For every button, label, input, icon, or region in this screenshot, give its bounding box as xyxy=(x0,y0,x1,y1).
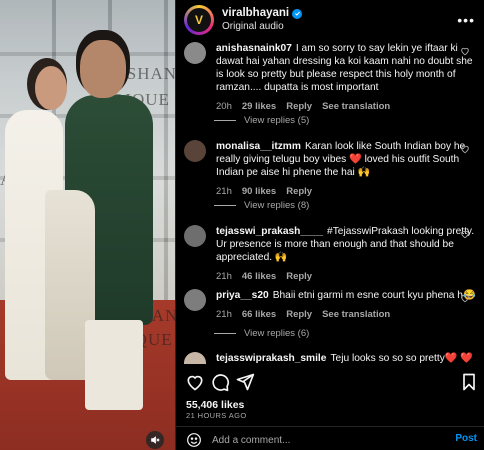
post-photo[interactable]: EESHAN DIQUE SHAN IQUE AB xyxy=(0,0,175,450)
commenter-avatar[interactable] xyxy=(184,42,206,64)
reply-button[interactable]: Reply xyxy=(286,185,312,198)
commenter-username[interactable]: anishasnaink07 xyxy=(216,43,292,54)
replies-line xyxy=(214,120,236,121)
man-head xyxy=(80,40,126,98)
commenter-avatar[interactable] xyxy=(184,352,206,364)
woman-head xyxy=(35,66,67,110)
comment-time: 21h xyxy=(216,271,232,282)
view-replies-label: View replies (5) xyxy=(244,115,310,126)
emoji-icon[interactable] xyxy=(186,432,202,448)
reply-button[interactable]: Reply xyxy=(286,100,312,113)
share-send-icon[interactable] xyxy=(235,372,255,392)
comment-time: 21h xyxy=(216,186,232,197)
reply-button[interactable]: Reply xyxy=(286,308,312,321)
comment-bubble-icon[interactable] xyxy=(210,372,230,392)
view-replies-label: View replies (6) xyxy=(244,328,310,339)
see-translation-button[interactable]: See translation xyxy=(322,308,390,321)
post-comment-button[interactable]: Post xyxy=(455,433,477,444)
add-comment-bar: Post xyxy=(176,430,484,450)
view-replies-button[interactable]: View replies (8) xyxy=(214,200,309,211)
comment-meta: 21h 90 likes Reply xyxy=(216,185,478,198)
comment-time: 21h xyxy=(216,309,232,320)
avatar-logo: V xyxy=(187,8,211,32)
post-timestamp: 21 HOURS AGO xyxy=(186,411,247,420)
post-side-panel: V viralbhayani Original audio ••• anisha… xyxy=(175,0,484,450)
reply-button[interactable]: Reply xyxy=(286,270,312,283)
author-avatar[interactable]: V xyxy=(184,5,214,35)
view-replies-label: View replies (8) xyxy=(244,200,310,211)
comment-input[interactable] xyxy=(212,434,432,446)
commenter-avatar[interactable] xyxy=(184,289,206,311)
author-username[interactable]: viralbhayani xyxy=(222,7,289,20)
post-header: V viralbhayani Original audio ••• xyxy=(176,0,484,40)
verified-badge-icon xyxy=(292,8,303,19)
heart-icon[interactable] xyxy=(460,229,470,239)
comment-meta: 20h 29 likes Reply See translation xyxy=(216,100,478,113)
audio-link[interactable]: Original audio xyxy=(222,20,302,33)
comment-text: Bhaii etni garmi m esne court kyu phena … xyxy=(272,290,476,301)
commenter-username[interactable]: monalisa__itzmm xyxy=(216,141,301,152)
heart-icon[interactable] xyxy=(460,144,470,154)
like-heart-icon[interactable] xyxy=(185,372,205,392)
view-replies-button[interactable]: View replies (5) xyxy=(214,115,309,126)
replies-line xyxy=(214,333,236,334)
comment-likes[interactable]: 66 likes xyxy=(242,308,276,321)
post-actions xyxy=(176,370,484,396)
likes-count[interactable]: 55,406 likes xyxy=(186,399,244,411)
divider xyxy=(176,426,484,427)
comment-time: 20h xyxy=(216,101,232,112)
commenter-username[interactable]: tejasswiprakash_smile xyxy=(216,353,326,364)
commenter-username[interactable]: priya__s20 xyxy=(216,290,269,301)
heart-icon[interactable] xyxy=(460,293,470,303)
more-options-icon[interactable]: ••• xyxy=(457,12,475,28)
view-replies-button[interactable]: View replies (6) xyxy=(214,328,309,339)
comments-list: anishasnaink07 I am so sorry to say lekin… xyxy=(176,40,484,364)
comment-likes[interactable]: 46 likes xyxy=(242,270,276,283)
comment-likes[interactable]: 29 likes xyxy=(242,100,276,113)
comment-meta: 21h 66 likes Reply See translation xyxy=(216,308,478,321)
commenter-avatar[interactable] xyxy=(184,225,206,247)
man-pants xyxy=(85,320,143,410)
see-translation-button[interactable]: See translation xyxy=(322,100,390,113)
mute-button[interactable] xyxy=(146,431,164,449)
bookmark-save-icon[interactable] xyxy=(459,372,479,392)
comment-meta: 21h 46 likes Reply xyxy=(216,270,478,283)
heart-icon[interactable] xyxy=(460,46,470,56)
speaker-muted-icon xyxy=(151,436,160,444)
comment-likes[interactable]: 90 likes xyxy=(242,185,276,198)
commenter-avatar[interactable] xyxy=(184,140,206,162)
replies-line xyxy=(214,205,236,206)
commenter-username[interactable]: tejasswi_prakash____ xyxy=(216,226,323,237)
